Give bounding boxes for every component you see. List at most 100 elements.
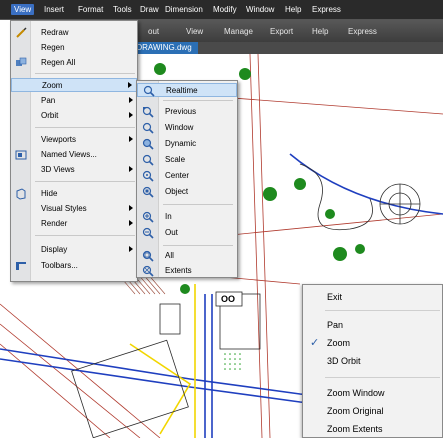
zoom-label-extents: Extents (165, 266, 192, 275)
named-views-icon (15, 150, 27, 160)
ribbon-tab-bar: out View Manage Export Help Express (120, 20, 443, 42)
zoom-item-realtime[interactable]: Realtime (137, 83, 237, 97)
zoom-dynamic-icon (142, 138, 154, 150)
zoom-item-object[interactable]: Object (137, 185, 237, 199)
view-menu-item-named-views[interactable]: Named Views... (11, 148, 137, 162)
context-item-zoom[interactable]: ✓ Zoom (303, 335, 442, 351)
drawing-label-oo: OO (221, 294, 236, 304)
view-menu-separator (35, 235, 135, 236)
view-menu-item-visual-styles[interactable]: Visual Styles (11, 202, 137, 216)
submenu-arrow-icon (129, 220, 133, 226)
ribbon-tab-layout[interactable]: out (148, 27, 159, 36)
submenu-arrow-icon (129, 97, 133, 103)
zoom-item-center[interactable]: Center (137, 169, 237, 183)
zoom-item-all[interactable]: All (137, 249, 237, 263)
zoom-submenu-separator (163, 245, 233, 246)
submenu-arrow-icon (129, 136, 133, 142)
view-menu-item-regen-all[interactable]: Regen All (11, 56, 137, 70)
pond-outline (299, 163, 373, 231)
view-menu-label-visual-styles: Visual Styles (41, 204, 87, 213)
ribbon-tab-manage[interactable]: Manage (224, 27, 253, 36)
menu-express[interactable]: Express (312, 5, 341, 14)
view-menu-item-toolbars[interactable]: Toolbars... (11, 259, 137, 273)
menu-insert[interactable]: Insert (44, 5, 64, 14)
submenu-arrow-icon (129, 166, 133, 172)
menu-modify[interactable]: Modify (213, 5, 237, 14)
zoom-submenu: Realtime Previous Window Dynamic Scale C… (136, 80, 238, 278)
circular-plaza (379, 183, 421, 225)
context-label-zoom: Zoom (327, 338, 351, 348)
view-menu-label-pan: Pan (41, 96, 56, 105)
zoom-submenu-separator (163, 100, 233, 101)
zoom-label-all: All (165, 251, 174, 260)
submenu-arrow-icon (129, 246, 133, 252)
document-tab-bar: L DRAWING.dwg (120, 42, 443, 54)
zoom-label-out: Out (165, 228, 178, 237)
zoom-item-in[interactable]: In (137, 210, 237, 224)
submenu-arrow-icon (128, 82, 132, 88)
menu-draw[interactable]: Draw (140, 5, 159, 14)
zoom-center-icon (142, 170, 154, 182)
view-menu-separator (35, 127, 135, 128)
context-menu: Exit Pan ✓ Zoom 3D Orbit Zoom Window Zoo… (302, 284, 443, 438)
zoom-label-realtime: Realtime (166, 86, 198, 95)
view-menu-label-redraw: Redraw (41, 28, 69, 37)
view-menu-item-zoom[interactable]: Zoom (11, 78, 137, 92)
view-menu-label-hide: Hide (41, 189, 58, 198)
zoom-label-dynamic: Dynamic (165, 139, 197, 148)
zoom-label-previous: Previous (165, 107, 197, 116)
context-item-zoom-original[interactable]: Zoom Original (303, 403, 442, 419)
ribbon-tab-export[interactable]: Export (270, 27, 293, 36)
menu-view[interactable]: View (11, 4, 35, 15)
view-menu-item-viewports[interactable]: Viewports (11, 133, 137, 147)
ribbon-tab-help[interactable]: Help (312, 27, 328, 36)
context-item-zoom-extents[interactable]: Zoom Extents (303, 421, 442, 437)
context-label-pan: Pan (327, 320, 344, 330)
view-menu-item-render[interactable]: Render (11, 217, 137, 231)
ribbon-tab-express[interactable]: Express (348, 27, 377, 36)
menu-window[interactable]: Window (246, 5, 274, 14)
view-menu-label-3d-views: 3D Views (41, 165, 75, 174)
view-menu-item-regen[interactable]: Regen (11, 41, 137, 55)
context-label-exit: Exit (327, 292, 343, 302)
view-menu-label-orbit: Orbit (41, 111, 59, 120)
context-item-pan[interactable]: Pan (303, 317, 442, 333)
view-menu-item-pan[interactable]: Pan (11, 94, 137, 108)
zoom-item-scale[interactable]: Scale (137, 153, 237, 167)
plot-rectangles (71, 293, 261, 438)
view-menu-item-redraw[interactable]: Redraw (11, 26, 137, 40)
zoom-realtime-icon (143, 85, 155, 97)
context-item-exit[interactable]: Exit (303, 289, 442, 305)
ribbon-tab-view[interactable]: View (186, 27, 203, 36)
view-menu-item-orbit[interactable]: Orbit (11, 109, 137, 123)
view-menu-label-regen-all: Regen All (41, 58, 76, 67)
zoom-item-dynamic[interactable]: Dynamic (137, 137, 237, 151)
zoom-submenu-separator (163, 204, 233, 205)
zoom-item-extents[interactable]: Extents (137, 264, 237, 278)
zoom-label-object: Object (165, 187, 189, 196)
view-menu-item-display[interactable]: Display (11, 243, 137, 257)
zoom-item-previous[interactable]: Previous (137, 105, 237, 119)
checkmark-icon: ✓ (310, 337, 320, 349)
context-item-3d-orbit[interactable]: 3D Orbit (303, 353, 442, 369)
context-menu-separator (325, 310, 440, 311)
zoom-label-window: Window (165, 123, 194, 132)
view-menu-label-toolbars: Toolbars... (41, 261, 78, 270)
zoom-scale-icon (142, 154, 154, 166)
menu-tools[interactable]: Tools (113, 5, 132, 14)
regen-all-icon (16, 57, 27, 66)
menu-help[interactable]: Help (285, 5, 301, 14)
zoom-extents-icon (142, 265, 154, 277)
zoom-out-icon (142, 227, 154, 239)
view-menu-item-3d-views[interactable]: 3D Views (11, 163, 137, 177)
context-item-zoom-window[interactable]: Zoom Window (303, 385, 442, 401)
menu-dimension[interactable]: Dimension (165, 5, 203, 14)
zoom-item-window[interactable]: Window (137, 121, 237, 135)
view-menu-label-zoom: Zoom (42, 81, 63, 90)
context-label-zoom-window: Zoom Window (327, 388, 385, 398)
redraw-icon (16, 27, 27, 38)
view-menu-item-hide[interactable]: Hide (11, 187, 137, 201)
menu-format[interactable]: Format (78, 5, 103, 14)
zoom-item-out[interactable]: Out (137, 226, 237, 240)
zoom-in-icon (142, 211, 154, 223)
